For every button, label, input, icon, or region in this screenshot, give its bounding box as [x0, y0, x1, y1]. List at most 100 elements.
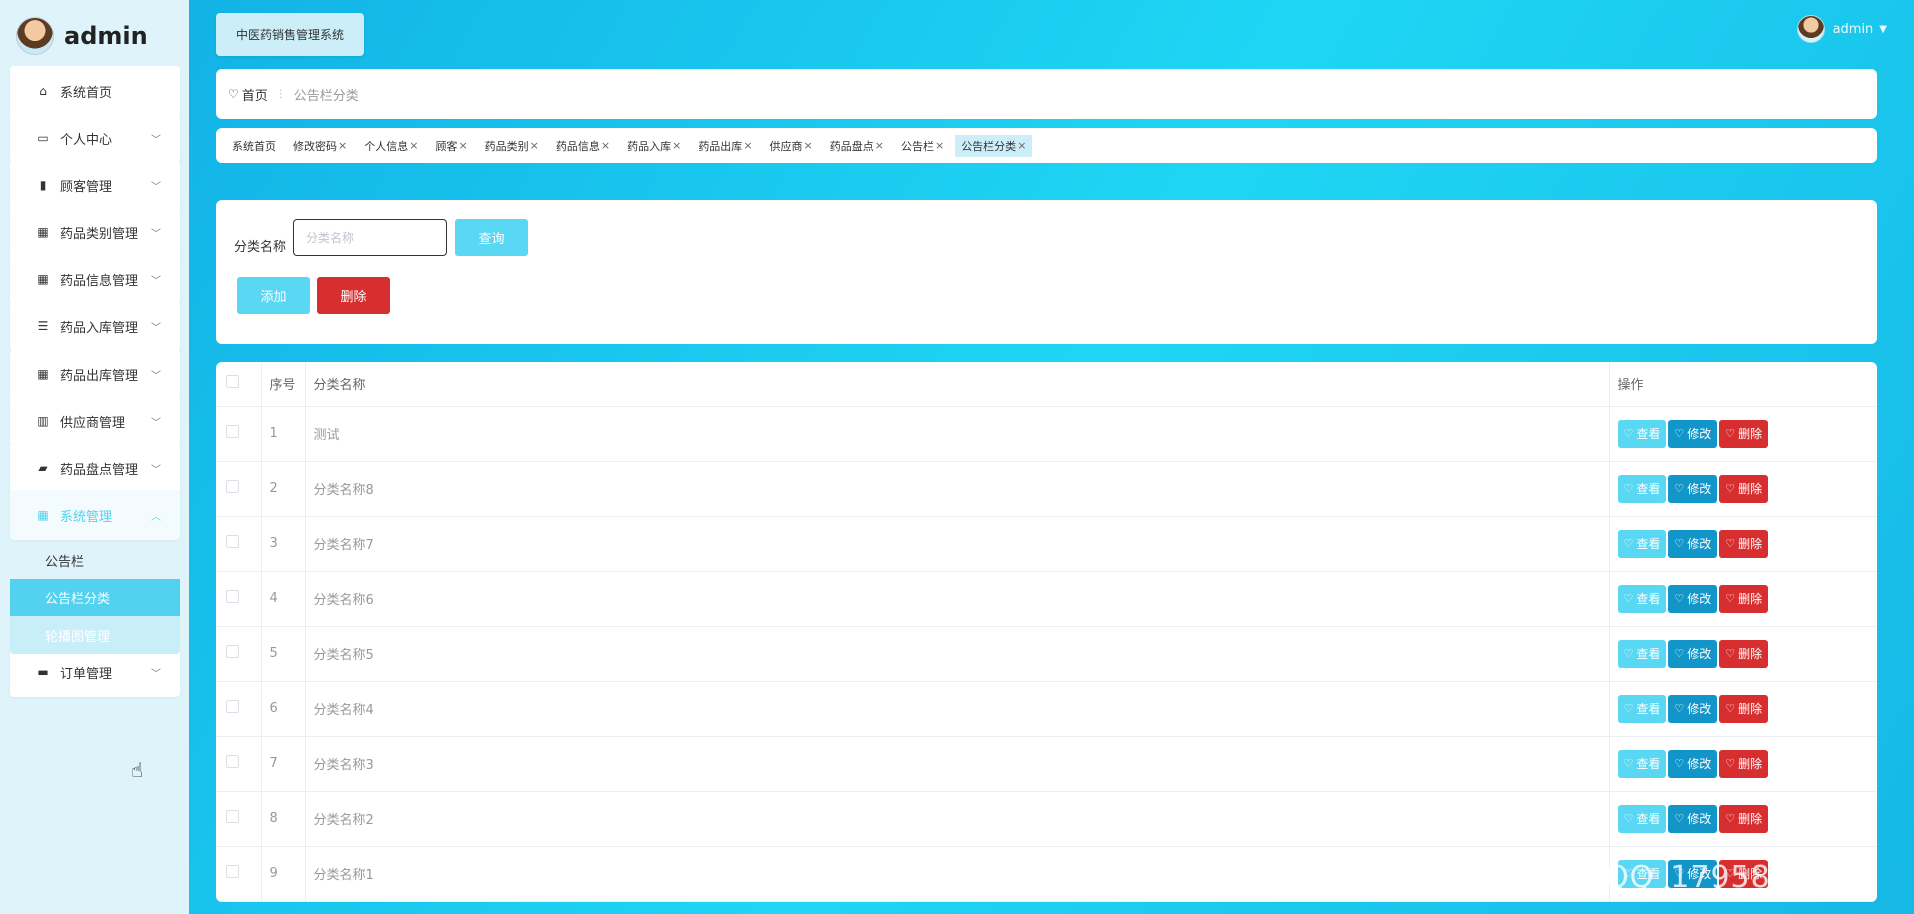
- close-icon[interactable]: ×: [804, 139, 813, 152]
- close-icon[interactable]: ×: [672, 139, 681, 152]
- row-checkbox[interactable]: [226, 700, 239, 713]
- close-icon[interactable]: ×: [601, 139, 610, 152]
- tab-tag[interactable]: 修改密码 ×: [287, 135, 353, 157]
- view-button[interactable]: ♡ 查看: [1617, 474, 1667, 503]
- avatar: [16, 17, 54, 55]
- row-actions: ♡ 查看 ♡ 修改 ♡ 删除: [1609, 626, 1877, 682]
- sidebar-item[interactable]: ▰ 药品盘点管理 ﹀: [10, 443, 180, 493]
- tab-tag[interactable]: 顾客 ×: [429, 135, 473, 157]
- close-icon[interactable]: ×: [458, 139, 467, 152]
- view-button[interactable]: ♡ 查看: [1617, 749, 1667, 778]
- close-icon[interactable]: ×: [409, 139, 418, 152]
- row-category-name: 分类名称1: [305, 846, 1610, 902]
- delete-button[interactable]: ♡ 删除: [1719, 419, 1769, 448]
- chevron-down-icon: ﹀: [151, 322, 161, 334]
- tab-tag[interactable]: 公告栏分类 ×: [955, 134, 1033, 157]
- tab-tag[interactable]: 药品出库 ×: [692, 135, 758, 157]
- submenu-item[interactable]: 公告栏分类: [10, 579, 180, 616]
- row-checkbox[interactable]: [226, 425, 239, 438]
- view-button[interactable]: ♡ 查看: [1617, 419, 1667, 448]
- delete-button[interactable]: ♡ 删除: [1719, 749, 1769, 778]
- add-button[interactable]: 添加: [237, 277, 310, 314]
- tab-tag[interactable]: 药品盘点 ×: [824, 135, 890, 157]
- delete-button[interactable]: ♡ 删除: [1719, 694, 1769, 723]
- close-icon[interactable]: ×: [875, 139, 884, 152]
- user-menu[interactable]: admin ▼: [1796, 15, 1887, 43]
- heart-icon: ♡: [1725, 427, 1736, 440]
- edit-button[interactable]: ♡ 修改: [1668, 749, 1718, 778]
- breadcrumb-home[interactable]: ♡ 首页: [228, 85, 268, 104]
- select-all-checkbox[interactable]: [226, 375, 239, 389]
- table-header-row: 序号 分类名称 操作: [216, 362, 1877, 407]
- row-checkbox[interactable]: [226, 865, 239, 878]
- row-category-name: 分类名称4: [305, 681, 1610, 737]
- chevron-down-icon: ﹀: [151, 228, 161, 240]
- sidebar-item[interactable]: ⌂ 系统首页: [10, 66, 180, 116]
- sidebar-item[interactable]: ▭ 个人中心 ﹀: [10, 113, 180, 163]
- close-icon[interactable]: ×: [1017, 139, 1026, 152]
- view-button[interactable]: ♡ 查看: [1617, 639, 1667, 668]
- heart-icon: ♡: [1623, 702, 1634, 715]
- view-button[interactable]: ♡ 查看: [1617, 694, 1667, 723]
- batch-delete-button[interactable]: 删除: [317, 277, 390, 314]
- table-row: 1 测试 ♡ 查看 ♡ 修改 ♡ 删除: [216, 406, 1877, 462]
- sidebar-item[interactable]: ▬ 订单管理 ﹀: [10, 647, 180, 697]
- delete-label: 删除: [1738, 592, 1763, 606]
- row-category-name: 分类名称8: [305, 461, 1610, 517]
- submenu-item[interactable]: 公告栏: [10, 542, 180, 579]
- tab-tag[interactable]: 药品信息 ×: [550, 135, 616, 157]
- sidebar-item-label: 供应商管理: [60, 415, 126, 431]
- delete-button[interactable]: ♡ 删除: [1719, 474, 1769, 503]
- edit-button[interactable]: ♡ 修改: [1668, 419, 1718, 448]
- delete-button[interactable]: ♡ 删除: [1719, 639, 1769, 668]
- tab-tag[interactable]: 系统首页: [226, 135, 282, 157]
- row-checkbox[interactable]: [226, 535, 239, 548]
- tag-label: 顾客: [435, 139, 458, 153]
- row-checkbox[interactable]: [226, 590, 239, 603]
- chevron-down-icon: ﹀: [151, 181, 161, 193]
- submenu-item[interactable]: 轮播图管理: [10, 616, 180, 654]
- heart-icon: ♡: [1623, 537, 1634, 550]
- row-checkbox[interactable]: [226, 810, 239, 823]
- sidebar-item[interactable]: ▦ 系统管理 ︿: [10, 490, 180, 540]
- sidebar-item[interactable]: ▦ 药品类别管理 ﹀: [10, 207, 180, 257]
- view-label: 查看: [1636, 427, 1661, 441]
- edit-button[interactable]: ♡ 修改: [1668, 804, 1718, 833]
- view-button[interactable]: ♡ 查看: [1617, 529, 1667, 558]
- tab-tag[interactable]: 药品入库 ×: [621, 135, 687, 157]
- row-checkbox[interactable]: [226, 755, 239, 768]
- system-title-button[interactable]: 中医药销售管理系统: [216, 13, 364, 56]
- books-icon: ▥: [37, 414, 49, 428]
- row-actions: ♡ 查看 ♡ 修改 ♡ 删除: [1609, 406, 1877, 462]
- row-checkbox[interactable]: [226, 645, 239, 658]
- delete-button[interactable]: ♡ 删除: [1719, 584, 1769, 613]
- delete-button[interactable]: ♡ 删除: [1719, 529, 1769, 558]
- tab-tag[interactable]: 个人信息 ×: [358, 135, 424, 157]
- delete-button[interactable]: ♡ 删除: [1719, 804, 1769, 833]
- close-icon[interactable]: ×: [338, 139, 347, 152]
- edit-button[interactable]: ♡ 修改: [1668, 474, 1718, 503]
- tab-tag[interactable]: 供应商 ×: [764, 135, 819, 157]
- tab-tag[interactable]: 药品类别 ×: [479, 135, 545, 157]
- search-button[interactable]: 查询: [455, 219, 528, 256]
- edit-button[interactable]: ♡ 修改: [1668, 584, 1718, 613]
- sidebar-item[interactable]: ▦ 药品信息管理 ﹀: [10, 254, 180, 304]
- close-icon[interactable]: ×: [935, 139, 944, 152]
- row-category-name: 测试: [305, 406, 1610, 462]
- edit-button[interactable]: ♡ 修改: [1668, 639, 1718, 668]
- row-checkbox[interactable]: [226, 480, 239, 493]
- category-name-input[interactable]: [293, 219, 447, 256]
- sidebar-item[interactable]: ▮ 顾客管理 ﹀: [10, 160, 180, 210]
- view-button[interactable]: ♡ 查看: [1617, 584, 1667, 613]
- sidebar-item[interactable]: ▦ 药品出库管理 ﹀: [10, 349, 180, 399]
- edit-button[interactable]: ♡ 修改: [1668, 694, 1718, 723]
- heart-icon: ♡: [228, 87, 239, 101]
- tag-label: 药品盘点: [829, 139, 874, 153]
- edit-button[interactable]: ♡ 修改: [1668, 529, 1718, 558]
- tab-tag[interactable]: 公告栏 ×: [895, 135, 950, 157]
- sidebar-item[interactable]: ☰ 药品入库管理 ﹀: [10, 301, 180, 351]
- close-icon[interactable]: ×: [743, 139, 752, 152]
- view-button[interactable]: ♡ 查看: [1617, 804, 1667, 833]
- close-icon[interactable]: ×: [530, 139, 539, 152]
- sidebar-item[interactable]: ▥ 供应商管理 ﹀: [10, 396, 180, 446]
